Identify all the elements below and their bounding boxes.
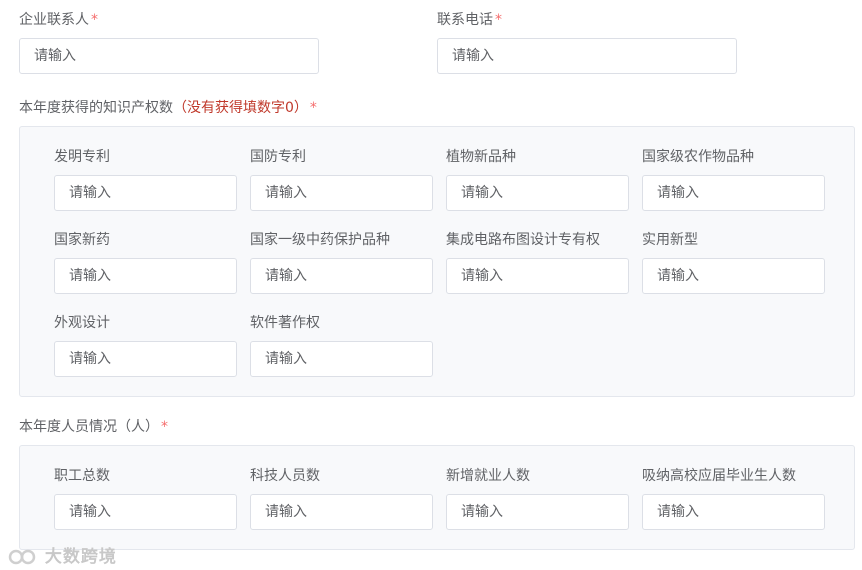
required-mark: * [495, 12, 502, 28]
new-drug-input[interactable] [55, 259, 236, 293]
watermark-logo-icon [8, 549, 36, 565]
staff-label-graduates: 吸纳高校应届毕业生人数 [642, 468, 796, 484]
software-copyright-input[interactable] [251, 342, 432, 376]
ip-section-hint: （没有获得填数字0） [173, 100, 308, 116]
required-mark: * [91, 12, 98, 28]
ip-field-software-copyright[interactable] [250, 341, 433, 377]
ip-field-ic-layout[interactable] [446, 258, 629, 294]
ip-field-design[interactable] [54, 341, 237, 377]
crop-variety-input[interactable] [643, 176, 824, 210]
ip-label-plant-variety: 植物新品种 [446, 149, 516, 165]
staff-section-title: 本年度人员情况（人） * [19, 418, 168, 436]
ip-field-new-drug[interactable] [54, 258, 237, 294]
ip-label-software-copyright: 软件著作权 [250, 315, 320, 331]
ip-section-title-text: 本年度获得的知识产权数 [19, 100, 173, 116]
defense-patent-input[interactable] [251, 176, 432, 210]
ic-layout-input[interactable] [447, 259, 628, 293]
ip-field-crop-variety[interactable] [642, 175, 825, 211]
staff-label-new-jobs: 新增就业人数 [446, 468, 530, 484]
tcm-protection-input[interactable] [251, 259, 432, 293]
required-mark: * [161, 419, 168, 435]
total-employees-input[interactable] [55, 495, 236, 529]
ip-label-crop-variety: 国家级农作物品种 [642, 149, 754, 165]
plant-variety-input[interactable] [447, 176, 628, 210]
watermark-text: 大数跨境 [44, 547, 117, 567]
contact-field[interactable] [19, 38, 319, 74]
staff-section-title-text: 本年度人员情况（人） [19, 419, 159, 435]
staff-field-total-employees[interactable] [54, 494, 237, 530]
staff-field-graduates[interactable] [642, 494, 825, 530]
required-mark: * [309, 100, 317, 116]
staff-field-tech-staff[interactable] [250, 494, 433, 530]
invention-patent-input[interactable] [55, 176, 236, 210]
phone-label-text: 联系电话 [437, 12, 493, 28]
contact-label: 企业联系人 * [19, 11, 98, 29]
design-input[interactable] [55, 342, 236, 376]
ip-field-utility-model[interactable] [642, 258, 825, 294]
ip-field-plant-variety[interactable] [446, 175, 629, 211]
phone-field[interactable] [437, 38, 737, 74]
phone-label: 联系电话 * [437, 11, 502, 29]
ip-label-ic-layout: 集成电路布图设计专有权 [446, 232, 600, 248]
staff-field-new-jobs[interactable] [446, 494, 629, 530]
ip-field-defense-patent[interactable] [250, 175, 433, 211]
tech-staff-input[interactable] [251, 495, 432, 529]
contact-input[interactable] [20, 39, 318, 73]
staff-label-tech-staff: 科技人员数 [250, 468, 320, 484]
ip-label-invention-patent: 发明专利 [54, 149, 110, 165]
ip-label-utility-model: 实用新型 [642, 232, 698, 248]
ip-label-design: 外观设计 [54, 315, 110, 331]
phone-input[interactable] [438, 39, 736, 73]
ip-field-tcm-protection[interactable] [250, 258, 433, 294]
new-jobs-input[interactable] [447, 495, 628, 529]
ip-field-invention-patent[interactable] [54, 175, 237, 211]
contact-label-text: 企业联系人 [19, 12, 89, 28]
ip-section-title: 本年度获得的知识产权数（没有获得填数字0） * [19, 99, 317, 117]
utility-model-input[interactable] [643, 259, 824, 293]
staff-label-total-employees: 职工总数 [54, 468, 110, 484]
ip-label-defense-patent: 国防专利 [250, 149, 306, 165]
ip-label-new-drug: 国家新药 [54, 232, 110, 248]
ip-label-tcm-protection: 国家一级中药保护品种 [250, 232, 390, 248]
watermark: 大数跨境 [8, 542, 117, 567]
graduates-input[interactable] [643, 495, 824, 529]
